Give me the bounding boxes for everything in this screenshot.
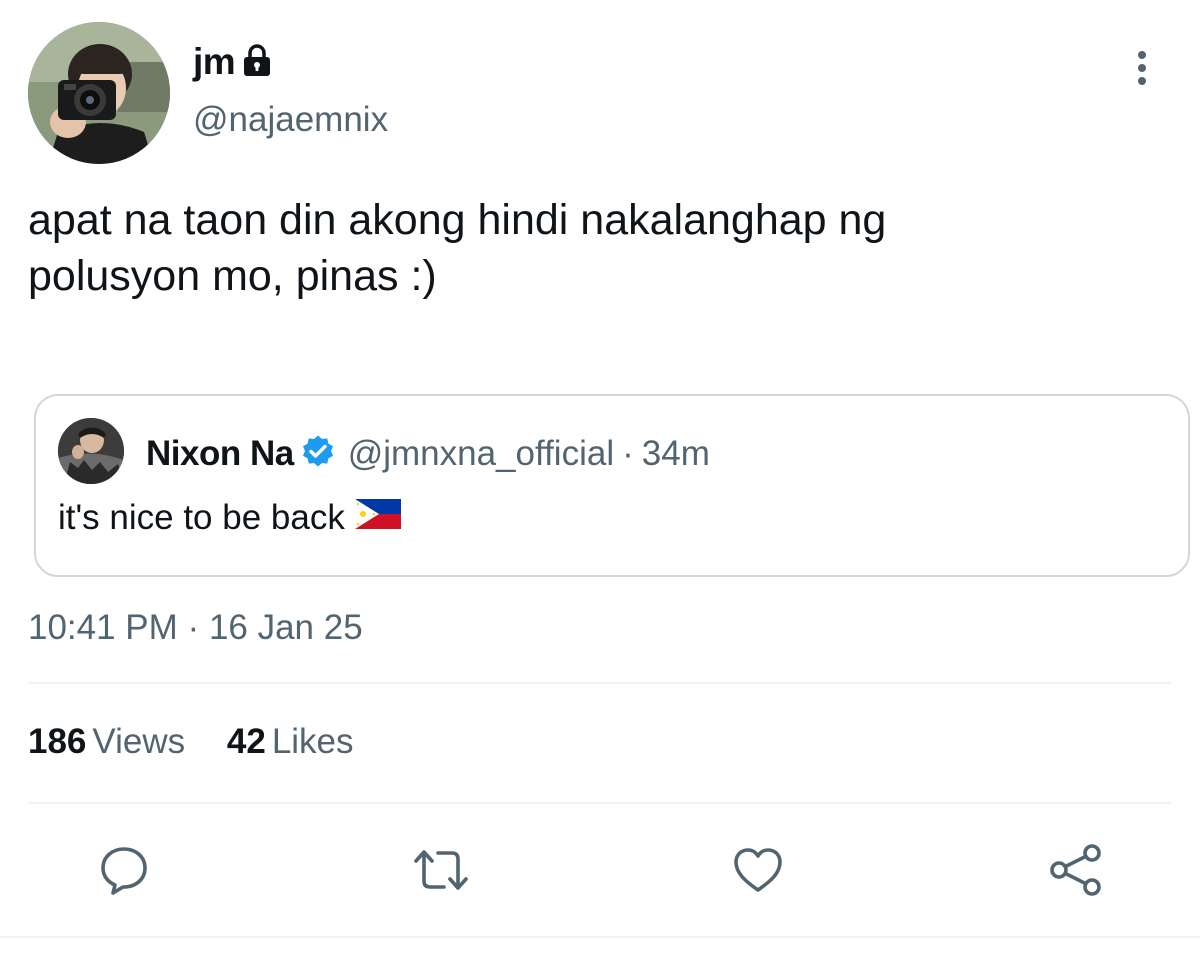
reply-icon [97,843,151,902]
quoted-author-handle[interactable]: @jmnxna_official [348,434,614,474]
tweet-stats: 186 Views 42 Likes [28,722,386,762]
more-options-icon[interactable] [1122,48,1162,88]
tweet-date: 16 Jan 25 [208,608,363,647]
quoted-separator: · [622,434,634,473]
views-stat[interactable]: 186 Views [28,722,185,762]
bottom-divider [0,936,1200,938]
tweet-time: 10:41 PM [28,608,178,647]
author-handle[interactable]: @najaemnix [193,100,388,140]
quoted-tweet-text-row: it's nice to be back [58,494,401,542]
verified-badge-icon [300,434,336,475]
quoted-tweet-time[interactable]: 34m [642,434,710,474]
retweet-button[interactable] [411,842,471,902]
likes-label: Likes [271,722,354,761]
tweet-text: apat na taon din akong hindi nakalanghap… [28,196,887,300]
divider [28,802,1171,804]
author-display-name[interactable]: jm [193,41,236,83]
quoted-tweet-card[interactable]: Nixon Na @jmnxna_official · 34m it's nic… [34,394,1190,577]
reply-button[interactable] [94,842,154,902]
lock-icon [241,43,273,83]
likes-count: 42 [226,722,266,761]
views-count: 186 [28,722,87,761]
quoted-avatar-photo [58,418,124,484]
quoted-tweet-header: Nixon Na @jmnxna_official · 34m [146,432,710,476]
quoted-author-name[interactable]: Nixon Na [146,434,294,474]
tweet-timestamp[interactable]: 10:41 PM · 16 Jan 25 [28,608,363,648]
quoted-tweet-text: it's nice to be back [58,498,345,537]
quoted-author-avatar[interactable] [58,418,124,484]
avatar-photo [28,22,170,164]
timestamp-separator: · [187,608,200,647]
divider [28,682,1171,684]
share-icon [1048,842,1104,903]
views-label: Views [92,722,186,761]
likes-stat[interactable]: 42 Likes [227,722,354,762]
share-button[interactable] [1046,842,1106,902]
tweet-detail: jm @najaemnix apat na taon din akong hin… [0,0,1200,954]
philippines-flag-icon [354,498,401,538]
retweet-icon [410,843,472,902]
author-name-row: jm [193,38,273,86]
like-button[interactable] [728,842,788,902]
author-avatar[interactable] [28,22,170,164]
heart-icon [731,843,785,902]
